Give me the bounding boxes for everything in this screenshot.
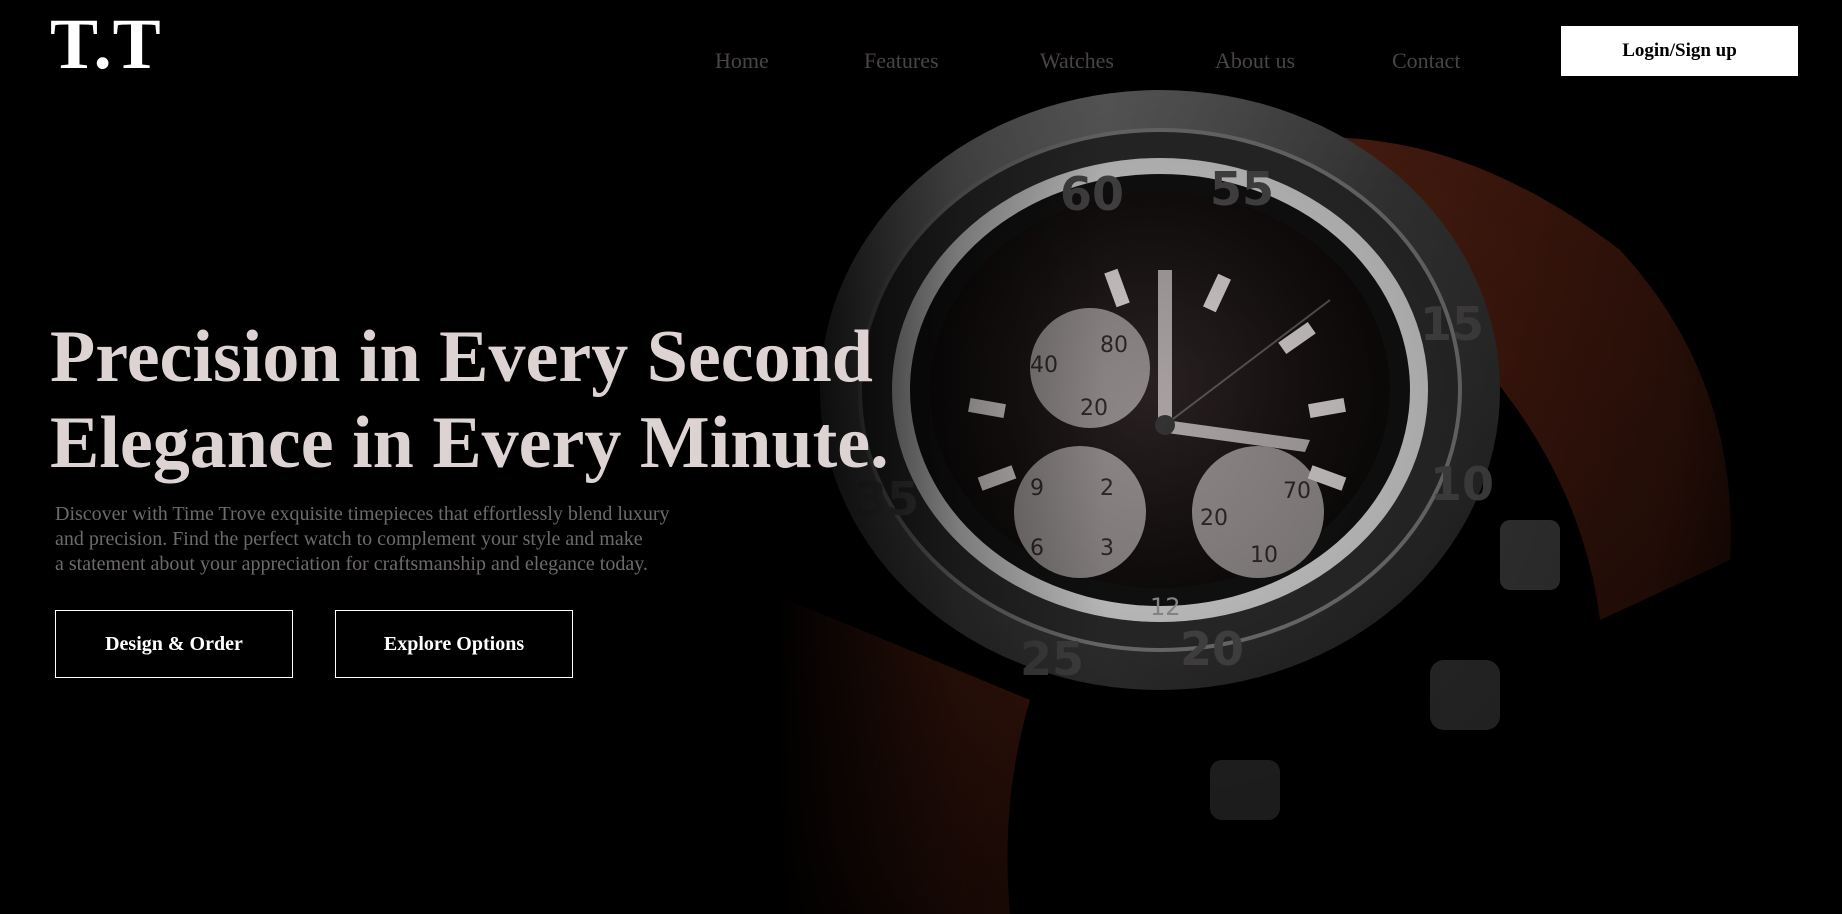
hero-description-line: Discover with Time Trove exquisite timep… <box>55 503 670 525</box>
nav-contact[interactable]: Contact <box>1392 48 1460 74</box>
nav-watches[interactable]: Watches <box>1040 48 1114 74</box>
hero-headline-line: Elegance in Every Minute. <box>50 402 889 484</box>
hero-description-line: a statement about your appreciation for … <box>55 553 648 575</box>
explore-options-button[interactable]: Explore Options <box>335 610 573 678</box>
hero-headline-line: Precision in Every Second <box>50 316 873 398</box>
brand-logo[interactable]: T.T <box>50 8 162 80</box>
nav-about-us[interactable]: About us <box>1215 48 1295 74</box>
landing-page: 60 55 10 15 20 25 35 80 40 20 9 2 6 3 20… <box>0 0 1842 914</box>
hero-description: Discover with Time Trove exquisite timep… <box>55 502 735 577</box>
nav-home[interactable]: Home <box>715 48 769 74</box>
nav-features[interactable]: Features <box>864 48 939 74</box>
hero-description-line: and precision. Find the perfect watch to… <box>55 528 643 550</box>
hero-headline: Precision in Every Second Elegance in Ev… <box>50 314 889 486</box>
design-order-button[interactable]: Design & Order <box>55 610 293 678</box>
login-signup-button[interactable]: Login/Sign up <box>1561 26 1798 76</box>
